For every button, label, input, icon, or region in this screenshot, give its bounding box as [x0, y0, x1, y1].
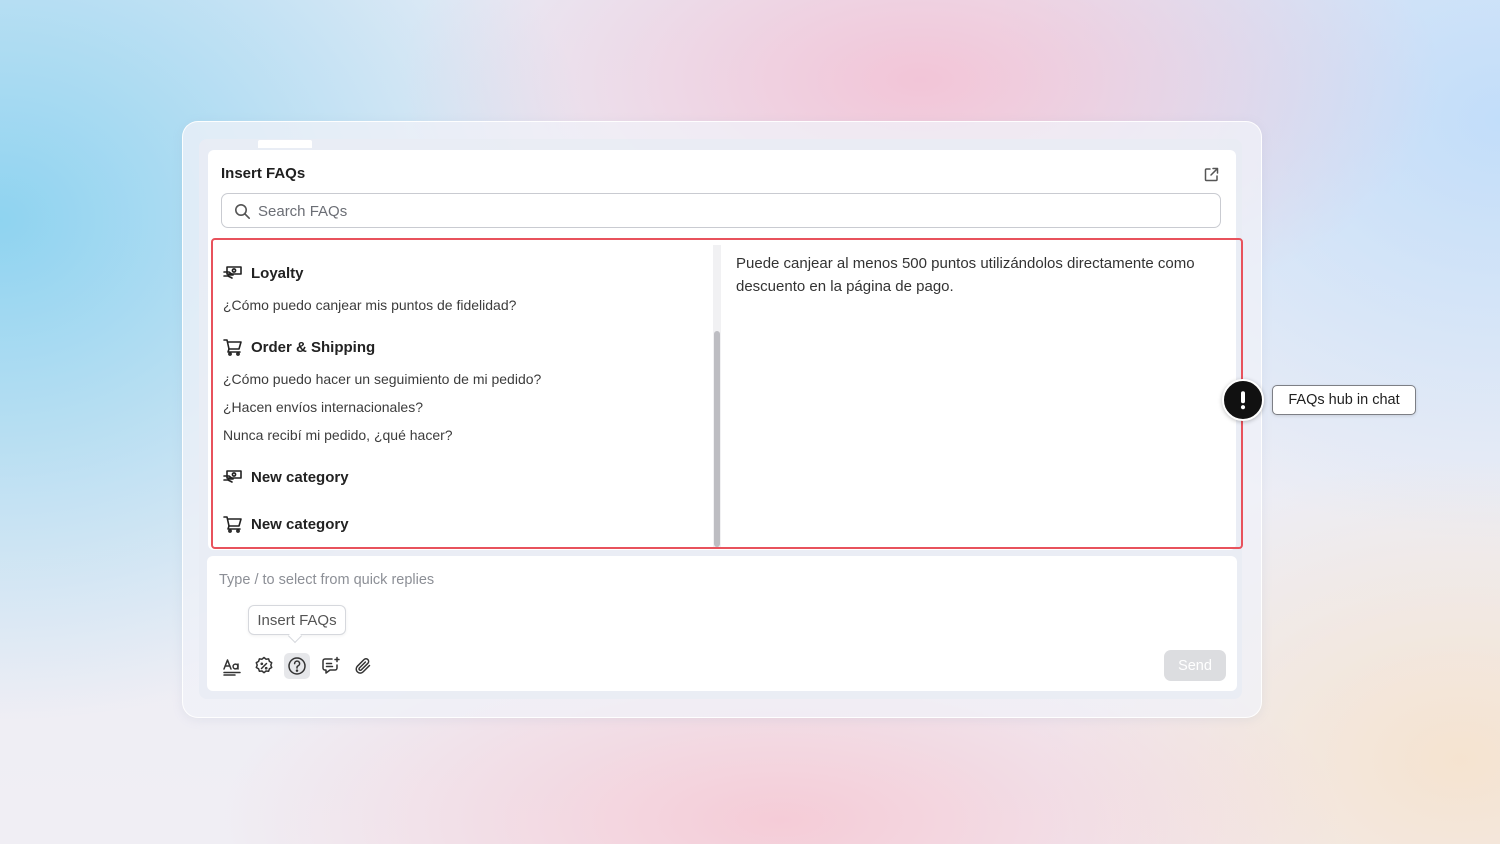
send-button[interactable]: Send: [1164, 650, 1226, 681]
panel-title: Insert FAQs: [221, 165, 306, 182]
ai-reply-button[interactable]: [318, 653, 344, 679]
exclamation-icon: [1222, 379, 1264, 421]
search-box: [221, 193, 1221, 228]
text-format-button[interactable]: [219, 653, 245, 679]
search-icon: [234, 203, 251, 220]
discount-badge-icon: [255, 656, 273, 674]
help-circle-icon: [288, 657, 306, 675]
tab-stub: [258, 140, 312, 148]
chat-bubble-sparkle-icon: [322, 656, 340, 674]
highlight-box: [211, 238, 1243, 549]
attach-button[interactable]: [350, 653, 376, 679]
text-format-icon: [223, 659, 241, 676]
callout-label: FAQs hub in chat: [1272, 385, 1416, 415]
paperclip-icon: [355, 658, 371, 674]
reply-input[interactable]: [219, 570, 1119, 590]
search-input[interactable]: [258, 200, 1198, 222]
external-link-icon[interactable]: [1203, 166, 1220, 183]
discount-button[interactable]: [251, 653, 277, 679]
insert-faqs-button[interactable]: [284, 653, 310, 679]
